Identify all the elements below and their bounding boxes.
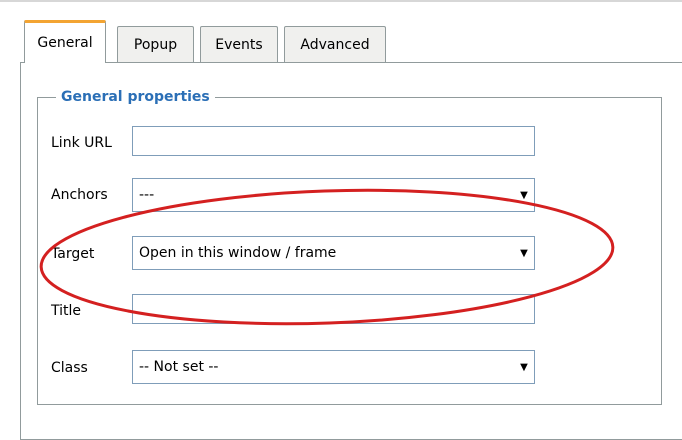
tab-general-label: General — [37, 35, 93, 51]
chevron-down-icon: ▼ — [520, 189, 528, 201]
class-label: Class — [51, 360, 88, 376]
title-input[interactable] — [132, 294, 535, 324]
tab-advanced-label: Advanced — [300, 36, 370, 53]
tab-events[interactable]: Events — [200, 26, 278, 62]
link-url-label: Link URL — [51, 135, 112, 151]
chevron-down-icon: ▼ — [520, 361, 528, 373]
tab-events-label: Events — [215, 36, 263, 53]
chevron-down-icon: ▼ — [520, 247, 528, 259]
anchors-select[interactable]: --- ▼ — [132, 178, 535, 212]
link-url-input[interactable] — [132, 126, 535, 156]
group-legend: General properties — [56, 88, 215, 106]
class-value: -- Not set -- — [139, 359, 219, 375]
tab-popup-label: Popup — [133, 36, 178, 53]
target-select[interactable]: Open in this window / frame ▼ — [132, 236, 535, 270]
anchors-label: Anchors — [51, 187, 108, 203]
target-value: Open in this window / frame — [139, 245, 337, 261]
tab-advanced[interactable]: Advanced — [284, 26, 386, 62]
title-label: Title — [51, 303, 82, 319]
class-select[interactable]: -- Not set -- ▼ — [132, 350, 535, 384]
dialog-top-edge — [0, 0, 682, 2]
link-dialog: General Popup Events Advanced General pr… — [0, 0, 682, 440]
tab-general[interactable]: General — [24, 20, 106, 63]
target-label: Target — [51, 246, 95, 262]
anchors-value: --- — [139, 187, 155, 203]
tab-popup[interactable]: Popup — [117, 26, 194, 62]
